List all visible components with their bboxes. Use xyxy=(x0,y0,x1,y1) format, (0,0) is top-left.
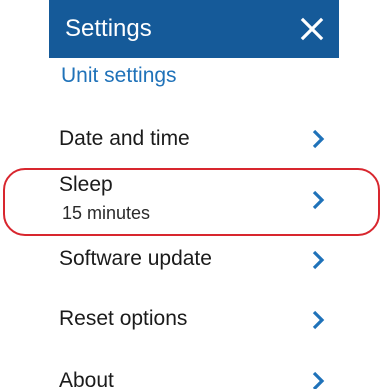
chevron-right-icon xyxy=(311,310,325,330)
settings-panel: Settings Unit settings Date and time Sle… xyxy=(49,0,339,389)
menu-item-label: Sleep xyxy=(59,173,113,196)
menu-item-sleep[interactable]: Sleep 15 minutes xyxy=(49,170,339,234)
menu-item-reset-options[interactable]: Reset options xyxy=(49,294,339,344)
menu-item-label: Date and time xyxy=(59,127,190,150)
close-button[interactable] xyxy=(299,16,325,42)
chevron-right-icon xyxy=(311,129,325,149)
menu-item-date-and-time[interactable]: Date and time xyxy=(49,114,339,164)
header-bar: Settings xyxy=(49,0,339,58)
menu-item-about[interactable]: About xyxy=(49,352,339,389)
chevron-right-icon xyxy=(311,190,325,210)
section-label-unit-settings: Unit settings xyxy=(61,64,177,87)
chevron-right-icon xyxy=(311,371,325,389)
menu-item-label: Reset options xyxy=(59,307,188,330)
screen: Settings Unit settings Date and time Sle… xyxy=(0,0,383,389)
menu-item-sublabel: 15 minutes xyxy=(62,203,151,223)
page-title: Settings xyxy=(65,15,152,42)
menu-item-label: About xyxy=(59,369,114,389)
chevron-right-icon xyxy=(311,250,325,270)
menu-item-label: Software update xyxy=(59,247,212,270)
menu-item-software-update[interactable]: Software update xyxy=(49,236,339,286)
close-icon xyxy=(300,17,324,41)
